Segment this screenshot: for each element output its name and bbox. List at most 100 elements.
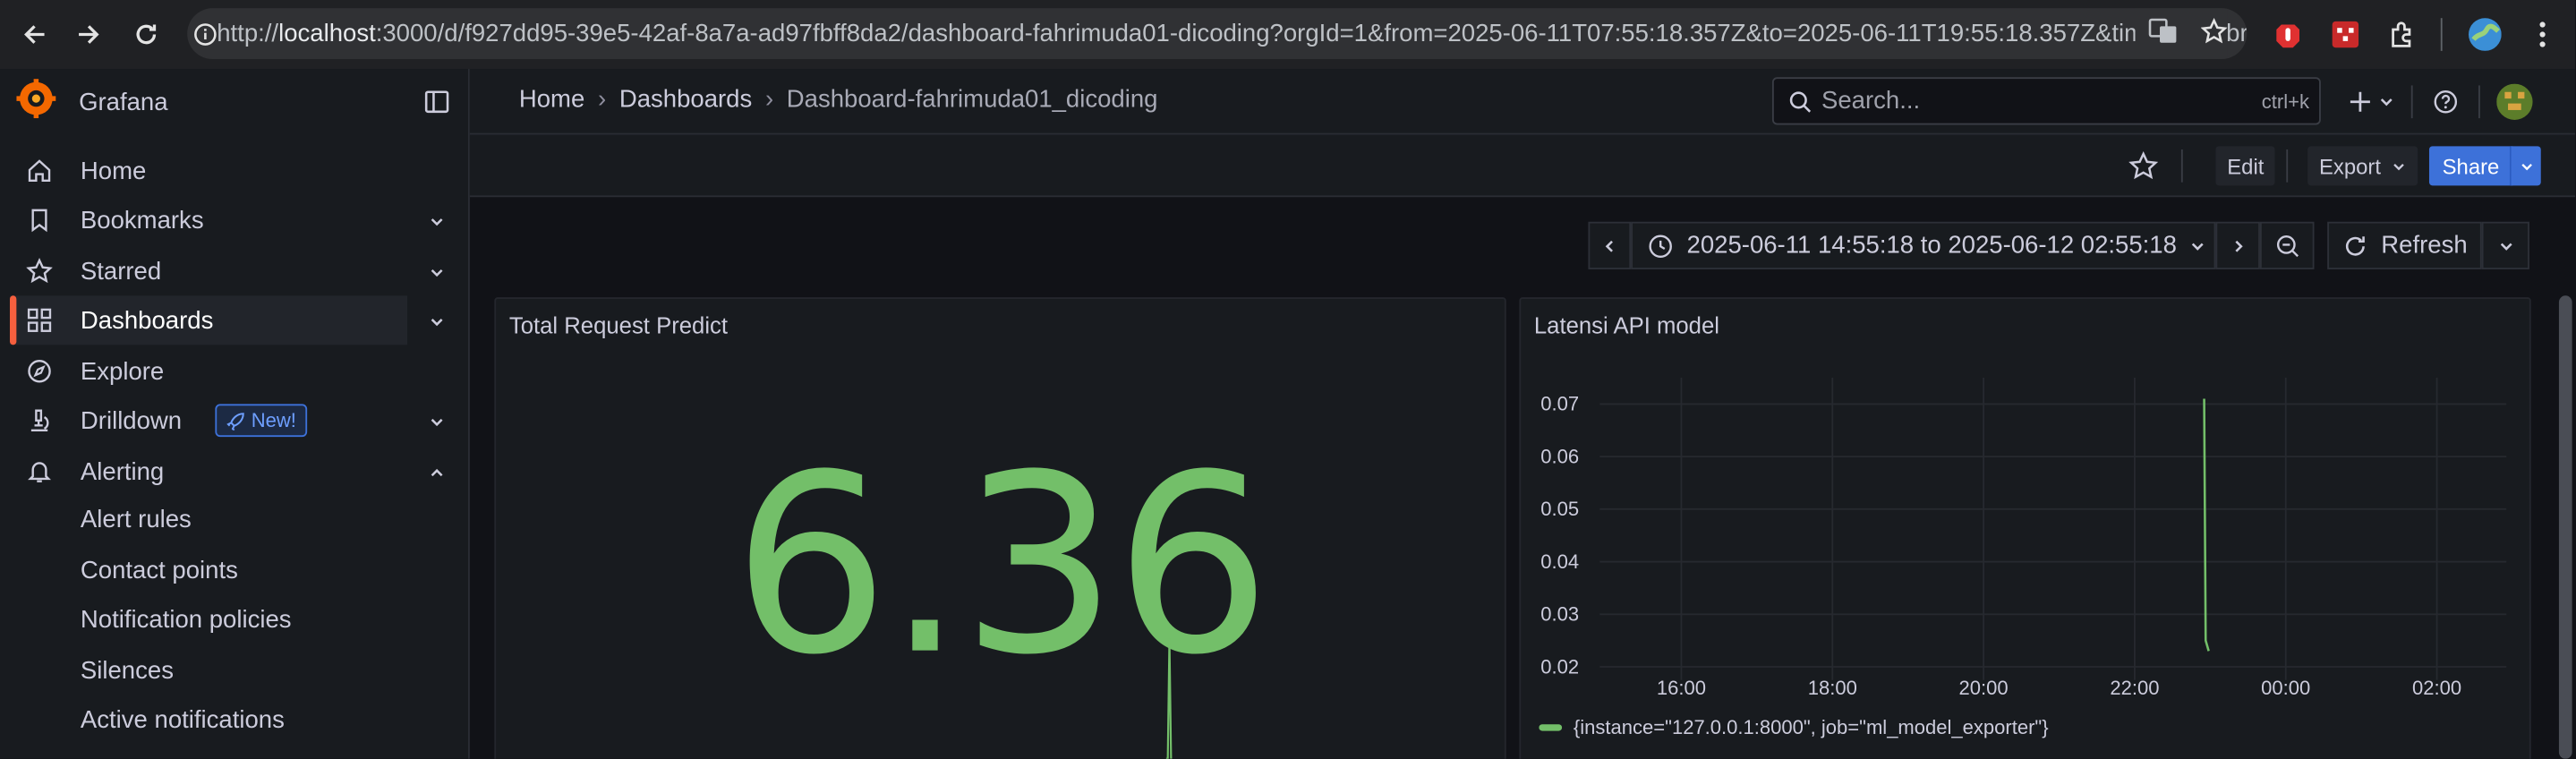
bookmark-star-icon[interactable]	[2200, 16, 2228, 50]
nav-item-bookmarks[interactable]: Bookmarks	[10, 195, 443, 244]
time-range-forward-button[interactable]	[2215, 221, 2260, 269]
search-input[interactable]: Search... ctrl+k	[1771, 77, 2321, 125]
sidebar-header: Grafana	[0, 69, 468, 134]
refresh-interval-dropdown[interactable]	[2481, 221, 2529, 269]
browser-toolbar: http://localhost:3000/d/f927dd95-39e5-42…	[0, 0, 2576, 70]
star-icon	[26, 258, 53, 284]
divider	[2478, 85, 2480, 119]
address-bar[interactable]: http://localhost:3000/d/f927dd95-39e5-42…	[187, 8, 2248, 60]
panel-latensi-api-model[interactable]: Latensi API model 0.07 0.06 0.05 0.04 0.03 0.…	[1519, 297, 2531, 759]
new-badge-label: New!	[251, 408, 296, 432]
nav-label-alerting: Alerting	[80, 457, 165, 486]
new-menu-button[interactable]	[2342, 90, 2401, 114]
reload-icon[interactable]	[120, 8, 173, 61]
extension-red-icon[interactable]	[2273, 0, 2303, 69]
chevron-down-icon[interactable]	[429, 409, 445, 437]
refresh-label: Refresh	[2381, 231, 2468, 260]
app-name: Grafana	[79, 88, 168, 116]
x-tick-label: 22:00	[2110, 677, 2159, 699]
y-tick-label: 0.03	[1540, 603, 1579, 626]
chevron-left-icon	[1605, 239, 1613, 252]
search-placeholder: Search...	[1821, 87, 1921, 115]
dock-menu-icon[interactable]	[423, 89, 449, 124]
nav-subitem-contact-points[interactable]: Contact points	[81, 557, 238, 584]
nav-item-dashboards[interactable]: Dashboards	[10, 295, 443, 345]
series-line	[2203, 398, 2210, 652]
nav-subitem-notification-policies[interactable]: Notification policies	[81, 606, 292, 634]
y-tick-label: 0.05	[1540, 498, 1579, 520]
time-range-back-button[interactable]	[1588, 221, 1632, 269]
zoom-out-button[interactable]	[2259, 221, 2315, 269]
nav-item-explore[interactable]: Explore	[10, 346, 407, 396]
extension-grid-icon[interactable]	[2331, 0, 2360, 69]
nav-subitem-silences[interactable]: Silences	[81, 657, 174, 685]
nav-item-starred[interactable]: Starred	[10, 246, 443, 295]
top-bar: Home › Dashboards › Dashboard-fahrimuda0…	[469, 69, 2576, 135]
legend-swatch	[1539, 724, 1563, 731]
breadcrumb-home[interactable]: Home	[519, 85, 584, 113]
user-avatar[interactable]	[2496, 83, 2533, 120]
nav-label-explore: Explore	[80, 357, 165, 386]
x-tick-label: 02:00	[2412, 677, 2461, 699]
nav-item-drilldown[interactable]: Drilldown New!	[10, 396, 443, 445]
divider	[2180, 149, 2183, 183]
chevron-right-icon	[2234, 239, 2242, 252]
y-tick-label: 0.02	[1540, 655, 1579, 678]
grafana-logo-icon[interactable]	[16, 78, 56, 125]
forward-icon[interactable]	[63, 8, 115, 61]
zoom-out-icon	[2276, 235, 2299, 257]
back-icon[interactable]	[8, 8, 61, 61]
x-tick-label: 20:00	[1959, 677, 2009, 699]
nav-item-home[interactable]: Home	[10, 146, 407, 195]
nav-subitem-alert-rules[interactable]: Alert rules	[81, 506, 192, 533]
extensions-puzzle-icon[interactable]	[2388, 0, 2418, 69]
nav-item-alerting[interactable]: Alerting	[10, 447, 443, 496]
mark-favorite-icon[interactable]	[2128, 150, 2159, 189]
breadcrumb-dashboards[interactable]: Dashboards	[619, 85, 752, 113]
profile-avatar[interactable]	[2469, 0, 2502, 69]
x-tick-label: 18:00	[1808, 677, 1857, 699]
y-tick-label: 0.07	[1540, 393, 1579, 415]
chevron-down-icon	[2380, 98, 2393, 107]
clock-icon	[1649, 234, 1672, 258]
chevron-down-icon	[2521, 163, 2532, 170]
chevron-right-icon: ›	[597, 85, 607, 114]
page-scrollbar[interactable]	[2558, 295, 2572, 759]
microscope-icon	[26, 407, 52, 433]
panel-title: Total Request Predict	[508, 311, 729, 339]
chevron-down-icon[interactable]	[429, 260, 445, 287]
latency-chart: 0.07 0.06 0.05 0.04 0.03 0.02 16:00 18:00 20:00 2…	[1539, 378, 2507, 738]
refresh-icon	[2345, 235, 2365, 255]
chevron-down-icon	[2499, 242, 2512, 250]
help-icon[interactable]	[2423, 89, 2469, 115]
browser-menu-icon[interactable]	[2533, 0, 2553, 69]
breadcrumb-current: Dashboard-fahrimuda01_dicoding	[786, 85, 1158, 114]
nav-label-home: Home	[80, 157, 147, 185]
panel-total-request-predict[interactable]: Total Request Predict 6.36	[494, 297, 1506, 759]
url-prefix: http://	[217, 20, 279, 48]
nav-label-dashboards: Dashboards	[80, 306, 214, 335]
time-range-label: 2025-06-11 14:55:18 to 2025-06-12 02:55:…	[1686, 231, 2177, 260]
y-tick-label: 0.04	[1540, 550, 1579, 573]
divider	[2410, 85, 2413, 119]
time-range-picker[interactable]: 2025-06-11 14:55:18 to 2025-06-12 02:55:…	[1631, 221, 2216, 269]
chevron-up-icon[interactable]	[429, 460, 445, 488]
rocket-icon	[226, 412, 244, 430]
translate-icon[interactable]	[2148, 15, 2178, 51]
dashboard-toolbar: Edit Export Share	[469, 134, 2576, 198]
stat-sparkline	[1165, 638, 1173, 759]
share-dropdown-button[interactable]	[2509, 146, 2541, 186]
chevron-down-icon[interactable]	[429, 309, 445, 337]
refresh-button[interactable]: Refresh	[2327, 221, 2482, 269]
export-button[interactable]: Export	[2307, 146, 2418, 186]
bookmark-icon	[26, 207, 52, 233]
edit-button[interactable]: Edit	[2215, 146, 2276, 186]
plus-icon	[2350, 91, 2370, 112]
chevron-down-icon[interactable]	[429, 209, 445, 236]
legend-label: {instance="127.0.0.1:8000", job="ml_mode…	[1574, 716, 2049, 738]
share-button[interactable]: Share	[2428, 146, 2513, 186]
site-info-icon[interactable]	[194, 22, 218, 46]
nav-subitem-active-notifications[interactable]: Active notifications	[81, 706, 285, 734]
export-label: Export	[2319, 153, 2381, 179]
x-tick-label: 16:00	[1657, 677, 1706, 699]
